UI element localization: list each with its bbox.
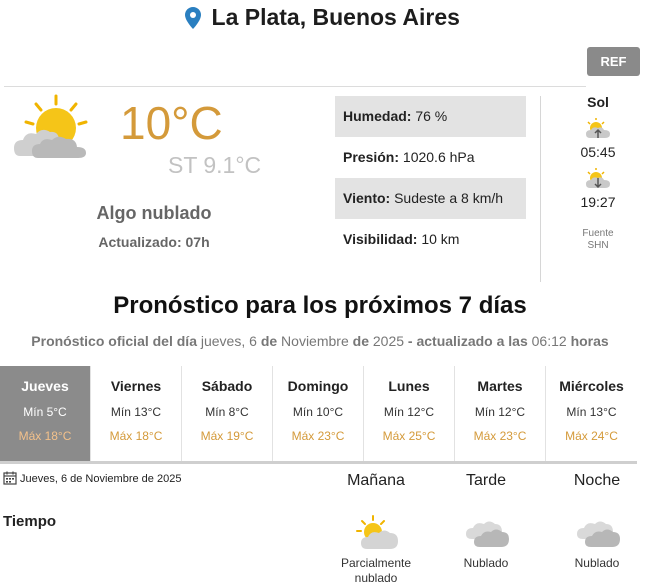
day-min: Mín 12°C	[383, 405, 435, 419]
day-min: Mín 12°C	[474, 405, 526, 419]
period-morning: Mañana	[347, 472, 405, 489]
source-label: Fuente	[582, 228, 614, 239]
wind-value: Sudeste a 8 km/h	[394, 190, 504, 206]
day-max: Máx 18°C	[109, 429, 163, 443]
sun-panel: Sol 05:45 19:27 Fuente SHN	[560, 92, 636, 252]
visibility-label: Visibilidad:	[343, 231, 418, 247]
partly-cloudy-icon	[14, 94, 88, 158]
day-max: Máx 23°C	[473, 429, 527, 443]
cloudy-icon	[466, 521, 509, 547]
subtitle-part: Pronóstico oficial del día	[31, 333, 197, 349]
current-description: Algo nublado	[96, 203, 212, 223]
location-header: La Plata, Buenos Aires	[0, 4, 645, 38]
day-min: Mín 10°C	[292, 405, 344, 419]
source-name: SHN	[587, 240, 609, 251]
forecast-days: Jueves Mín 5°C Máx 18°C Viernes Mín 13°C…	[0, 366, 637, 464]
day-tab-miercoles[interactable]: Miércoles Mín 13°C Máx 24°C	[546, 366, 637, 461]
selected-date-text: Jueves, 6 de Noviembre de 2025	[20, 473, 182, 485]
cloudy-icon	[577, 521, 620, 547]
period-afternoon: Tarde	[465, 472, 507, 489]
forecast-title: Pronóstico para los próximos 7 días	[113, 292, 527, 319]
sunrise-icon	[586, 118, 610, 138]
forecast-subtitle: Pronóstico oficial del día jueves, 6 de …	[0, 333, 640, 349]
day-tab-martes[interactable]: Martes Mín 12°C Máx 23°C	[455, 366, 546, 461]
subtitle-part: de	[260, 333, 278, 349]
subtitle-time: 06:12	[531, 333, 567, 349]
pressure-row: Presión: 1020.6 hPa	[335, 137, 526, 178]
conditions-table: Humedad: 76 % Presión: 1020.6 hPa Viento…	[335, 96, 526, 260]
visibility-row: Visibilidad: 10 km	[335, 219, 526, 260]
day-name: Miércoles	[559, 378, 624, 394]
day-name: Sábado	[201, 378, 253, 394]
subtitle-year: 2025	[372, 333, 405, 349]
day-name: Domingo	[287, 378, 349, 394]
day-tab-viernes[interactable]: Viernes Mín 13°C Máx 18°C	[91, 366, 182, 461]
period-night: Noche	[573, 472, 621, 489]
sunset-icon	[586, 168, 610, 189]
day-max: Máx 18°C	[18, 429, 72, 443]
updated-time: Actualizado: 07h	[98, 234, 210, 250]
period-morning-description: Parcialmente nublado	[340, 556, 412, 584]
sun-title: Sol	[587, 94, 609, 110]
humidity-label: Humedad:	[343, 108, 412, 124]
pressure-value: 1020.6 hPa	[402, 149, 475, 165]
humidity-value: 76 %	[415, 108, 448, 124]
pressure-label: Presión:	[343, 149, 400, 165]
day-name: Viernes	[110, 378, 162, 394]
calendar-icon	[3, 471, 17, 485]
partly-cloudy-icon	[356, 515, 398, 549]
period-afternoon-description: Nublado	[463, 556, 509, 570]
day-min: Mín 13°C	[110, 405, 162, 419]
wind-label: Viento:	[343, 190, 391, 206]
wind-row: Viento: Sudeste a 8 km/h	[335, 178, 526, 219]
subtitle-month: Noviembre	[281, 333, 349, 349]
ref-button[interactable]: REF	[587, 47, 640, 76]
city-title: La Plata, Buenos Aires	[211, 4, 460, 30]
sunrise-time: 05:45	[580, 144, 616, 160]
day-max: Máx 24°C	[565, 429, 618, 443]
day-min: Mín 8°C	[205, 405, 249, 419]
subtitle-part: - actualizado a las	[407, 333, 528, 349]
humidity-row: Humedad: 76 %	[335, 96, 526, 137]
header-divider	[4, 86, 586, 87]
sun-divider	[540, 96, 541, 282]
current-temperature: 10°C	[120, 97, 223, 149]
day-tab-sabado[interactable]: Sábado Mín 8°C Máx 19°C	[182, 366, 273, 461]
day-min: Mín 5°C	[23, 405, 67, 419]
selected-date: Jueves, 6 de Noviembre de 2025	[3, 471, 181, 485]
day-max: Máx 25°C	[382, 429, 436, 443]
weather-row-label: Tiempo	[3, 513, 57, 530]
day-name: Jueves	[21, 378, 69, 394]
day-name: Lunes	[388, 378, 430, 394]
day-min: Mín 13°C	[566, 405, 617, 419]
day-tab-lunes[interactable]: Lunes Mín 12°C Máx 25°C	[364, 366, 455, 461]
day-tab-domingo[interactable]: Domingo Mín 10°C Máx 23°C	[273, 366, 364, 461]
subtitle-part: horas	[570, 333, 609, 349]
period-night-description: Nublado	[574, 556, 620, 570]
map-pin-icon	[185, 6, 202, 29]
subtitle-part: de	[352, 333, 369, 349]
day-max: Máx 23°C	[291, 429, 345, 443]
day-name: Martes	[477, 378, 523, 394]
visibility-value: 10 km	[421, 231, 460, 247]
subtitle-weekday: jueves, 6	[200, 333, 257, 349]
day-max: Máx 19°C	[200, 429, 254, 443]
feels-like-temperature: ST 9.1°C	[168, 152, 262, 178]
sunset-time: 19:27	[580, 194, 616, 210]
day-tab-jueves[interactable]: Jueves Mín 5°C Máx 18°C	[0, 366, 91, 461]
